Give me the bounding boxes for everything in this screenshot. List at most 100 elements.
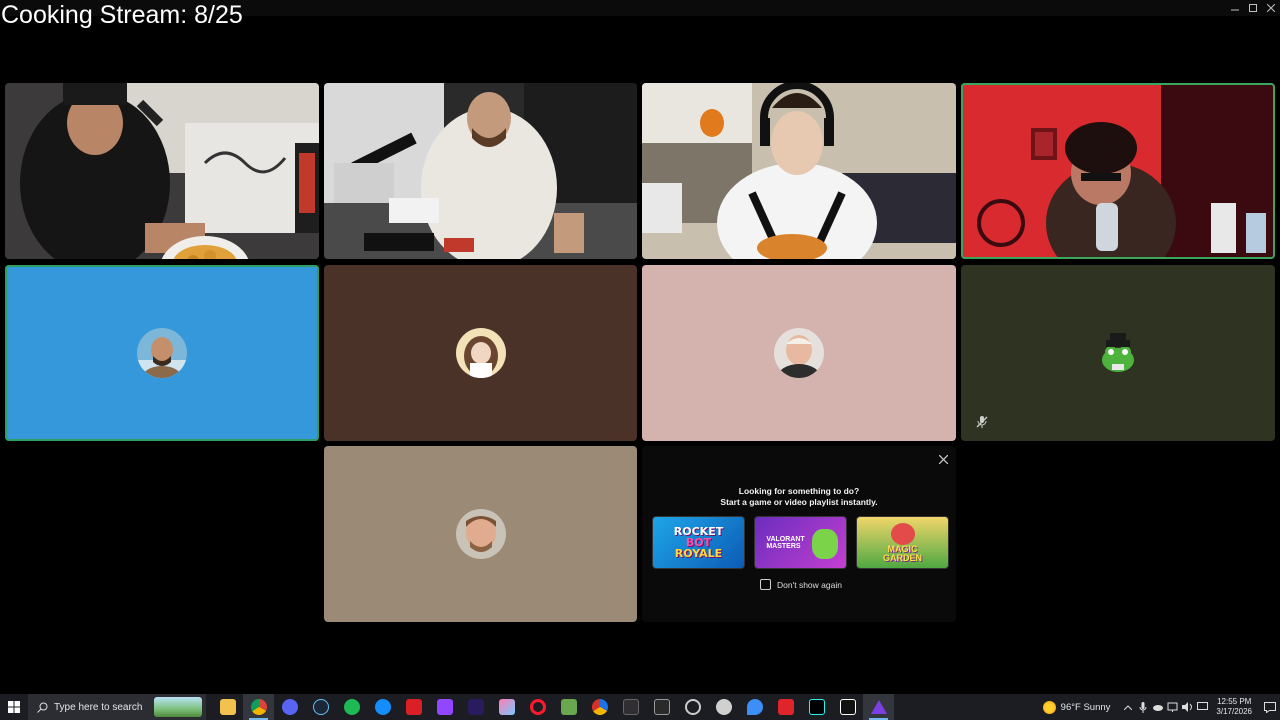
epic-games-button[interactable] [646,694,677,720]
weather-text: 96°F Sunny [1060,701,1111,713]
speaker-icon [1181,702,1192,712]
participant-tile-7[interactable] [642,265,956,441]
opera-button[interactable] [522,694,553,720]
app-blue-button[interactable] [739,694,770,720]
notification-icon [1264,701,1276,713]
chrome-alt-button[interactable] [584,694,615,720]
activities-heading: Looking for something to do? [738,486,860,496]
notification-center-button[interactable] [1260,694,1280,720]
settings-button[interactable] [677,694,708,720]
photos-button[interactable] [491,694,522,720]
video-tile-3[interactable] [642,83,956,259]
activity-valorant-masters[interactable]: VALORANT MASTERS [754,516,847,569]
participant-tile-8[interactable] [961,265,1275,441]
system-tray: 96°F Sunny 12:55 PM 3/17/2026 [1042,694,1280,720]
app-purple-button[interactable] [863,694,894,720]
participant-tile-6[interactable] [324,265,637,441]
recorder-button[interactable] [770,694,801,720]
battlenet-icon [374,699,391,715]
dont-show-again-checkbox[interactable] [760,579,771,590]
discord-button[interactable] [274,694,305,720]
xbox-icon [715,699,732,715]
video-tile-1[interactable] [5,83,319,259]
network-tray-icon[interactable] [1165,694,1180,720]
minimize-icon [1231,9,1239,11]
activities-close-button[interactable] [936,452,950,466]
avatar-user-8 [1093,328,1143,378]
participant-tile-9[interactable] [324,446,637,622]
recorder-icon [777,699,794,715]
capcut-button[interactable] [832,694,863,720]
chrome-icon [250,699,267,715]
avatar-user-6 [455,328,506,378]
clock-date: 3/17/2026 [1216,707,1252,716]
close-icon [938,454,948,464]
onedrive-tray-icon[interactable] [1150,694,1165,720]
chrome-button[interactable] [243,694,274,720]
game-title-line: MASTERS [766,542,801,550]
camera-feed-1 [5,83,319,259]
obs-button[interactable] [615,694,646,720]
folder-icon [219,699,236,715]
dont-show-again-option: Don't show again [760,579,842,590]
activity-rocket-bot-royale[interactable]: ROCKET BOT ROYALE [652,516,745,569]
activity-magic-garden[interactable]: MAGIC GARDEN [856,516,949,569]
twitch-button[interactable] [429,694,460,720]
network-icon [1167,702,1178,712]
minimize-button[interactable] [1226,0,1244,16]
minecraft-button[interactable] [553,694,584,720]
participant-tile-5[interactable] [5,265,319,441]
maximize-icon [1249,4,1257,12]
video-tile-2[interactable] [324,83,637,259]
start-button[interactable] [0,694,28,720]
close-icon [1267,4,1275,12]
game-title-line: GARDEN [882,553,922,563]
tiktok-button[interactable] [801,694,832,720]
steam-button[interactable] [305,694,336,720]
window-title: Cooking Stream: 8/25 [1,1,243,29]
game-title-line: VALORANT [766,535,805,543]
close-button[interactable] [1262,0,1280,16]
xbox-button[interactable] [708,694,739,720]
weather-widget[interactable]: 96°F Sunny [1042,700,1111,714]
monitor-icon [1197,702,1209,710]
dont-show-again-label: Don't show again [777,579,842,590]
display-tray-icon[interactable] [1195,694,1210,720]
file-explorer-button[interactable] [212,694,243,720]
muted-icon [973,413,991,431]
opera-icon [529,699,546,715]
camera-feed-3 [642,83,956,259]
volume-tray-icon[interactable] [1180,694,1195,720]
video-tile-4[interactable] [961,83,1275,259]
activities-prompt: Looking for something to do? Start a gam… [642,446,956,622]
adobe-icon [405,699,422,715]
taskbar-clock[interactable]: 12:55 PM 3/17/2026 [1216,697,1252,717]
adobe-button[interactable] [398,694,429,720]
maximize-button[interactable] [1244,0,1262,16]
activity-list: ROCKET BOT ROYALE VALORANT MASTERS MAGIC… [652,516,949,569]
taskbar-search[interactable]: Type here to search [28,694,206,720]
premiere-icon [467,699,484,715]
spotify-button[interactable] [336,694,367,720]
cloud-icon [1153,705,1164,711]
game-title-line: ROYALE [674,547,723,560]
avatar-user-7 [774,328,824,378]
clock-time: 12:55 PM [1217,697,1252,706]
taskbar: Type here to search 96°F Sunny 12:55 PM … [0,694,1280,720]
camera-feed-4 [961,83,1275,259]
chrome-alt-icon [591,699,608,715]
activities-subheading: Start a game or video playlist instantly… [720,497,878,507]
spotify-icon [343,699,360,715]
sun-icon [1042,700,1056,714]
battlenet-button[interactable] [367,694,398,720]
window-controls [1226,0,1280,16]
app-purple-icon [870,699,887,715]
windows-icon [8,701,20,713]
show-hidden-icons-button[interactable] [1120,694,1135,720]
search-highlight-image [154,697,202,717]
microphone-tray-icon[interactable] [1135,694,1150,720]
camera-feed-2 [324,83,637,259]
tiktok-icon [808,699,825,715]
premiere-button[interactable] [460,694,491,720]
search-placeholder: Type here to search [54,701,143,713]
